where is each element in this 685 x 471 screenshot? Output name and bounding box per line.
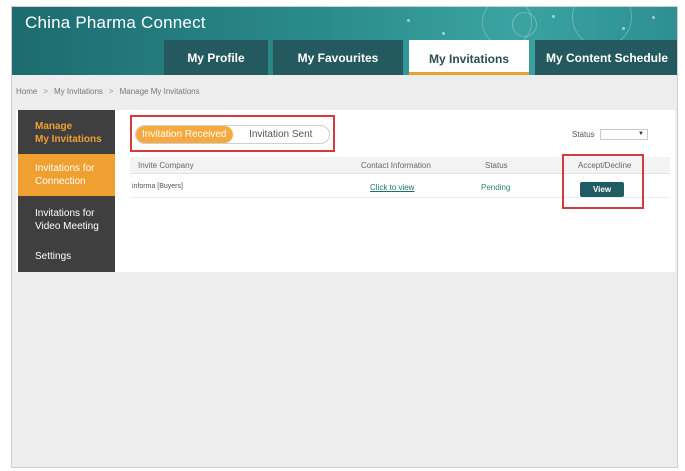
sidebar-item-connection[interactable]: Invitations for Connection: [18, 154, 115, 196]
column-header-contact-information: Contact Information: [361, 161, 431, 170]
content-panel: Manage My Invitations Invitations for Co…: [16, 110, 675, 272]
sidebar-item-label: Video Meeting: [35, 221, 99, 232]
app-window: China Pharma Connect My Profile My Favou…: [11, 6, 678, 468]
column-header-invite-company: Invite Company: [138, 161, 194, 170]
sidebar-item-video-meeting[interactable]: Invitations for Video Meeting: [18, 200, 115, 240]
breadcrumb-separator: >: [108, 87, 114, 96]
breadcrumb-separator: >: [43, 87, 49, 96]
breadcrumb-home[interactable]: Home: [16, 87, 37, 96]
view-button[interactable]: View: [580, 182, 624, 197]
tab-my-favourites[interactable]: My Favourites: [273, 40, 403, 75]
breadcrumb-my-invitations[interactable]: My Invitations: [54, 87, 103, 96]
sidebar-item-label: Invitations for: [35, 208, 95, 219]
invite-company-cell: informa [Buyers]: [132, 183, 183, 190]
breadcrumb: Home > My Invitations > Manage My Invita…: [16, 87, 200, 96]
tab-my-profile[interactable]: My Profile: [164, 40, 268, 75]
breadcrumb-current: Manage My Invitations: [119, 87, 200, 96]
tab-my-content-schedule[interactable]: My Content Schedule: [535, 40, 677, 75]
sidebar-heading-line1: Manage: [35, 121, 73, 132]
click-to-view-link[interactable]: Click to view: [370, 183, 414, 192]
chevron-down-icon: ▼: [638, 131, 644, 137]
sidebar: Manage My Invitations Invitations for Co…: [18, 110, 115, 272]
tab-my-invitations[interactable]: My Invitations: [409, 40, 529, 75]
status-badge: Pending: [481, 183, 511, 192]
invitation-toggle: Invitation Received Invitation Sent: [135, 125, 330, 144]
column-header-status: Status: [485, 161, 508, 170]
sidebar-item-label: Connection: [35, 176, 86, 187]
sidebar-heading: Manage My Invitations: [18, 118, 115, 148]
sidebar-item-label: Settings: [35, 250, 72, 262]
sidebar-item-label: Invitations for: [35, 163, 95, 174]
app-title: China Pharma Connect: [25, 13, 206, 32]
status-filter-select[interactable]: ▼: [600, 129, 648, 140]
sidebar-heading-line2: My Invitations: [35, 134, 102, 145]
sidebar-item-settings[interactable]: Settings: [18, 246, 115, 266]
highlight-box-accept-decline: View: [562, 154, 644, 209]
invitation-sent-option[interactable]: Invitation Sent: [233, 126, 330, 143]
highlight-box-toggle: Invitation Received Invitation Sent: [130, 115, 335, 152]
header-banner: China Pharma Connect My Profile My Favou…: [12, 7, 677, 75]
status-filter-label: Status: [572, 130, 595, 139]
invitation-received-option[interactable]: Invitation Received: [136, 126, 233, 143]
